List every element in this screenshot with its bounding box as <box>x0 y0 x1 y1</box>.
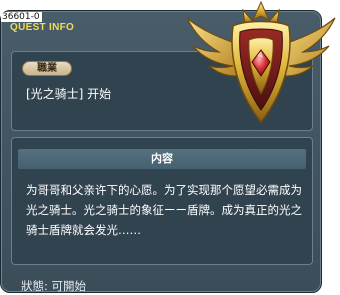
winged-shield-emblem-icon <box>186 0 336 124</box>
job-value: [光之骑士] 开始 <box>26 87 112 101</box>
window-title: QUEST INFO <box>10 22 75 33</box>
job-label-badge: 職業 <box>22 61 72 76</box>
content-panel: 内容 为哥哥和父亲许下的心愿。为了实现那个愿望必需成为光之骑士。光之骑士的象征ー… <box>11 137 313 265</box>
content-text: 为哥哥和父亲许下的心愿。为了实现那个愿望必需成为光之骑士。光之骑士的象征ーー盾牌… <box>26 183 302 237</box>
quest-status: 狀態: 可開始 <box>21 279 87 293</box>
quest-id: 36601-0 <box>1 12 42 22</box>
content-header: 内容 <box>18 149 306 169</box>
